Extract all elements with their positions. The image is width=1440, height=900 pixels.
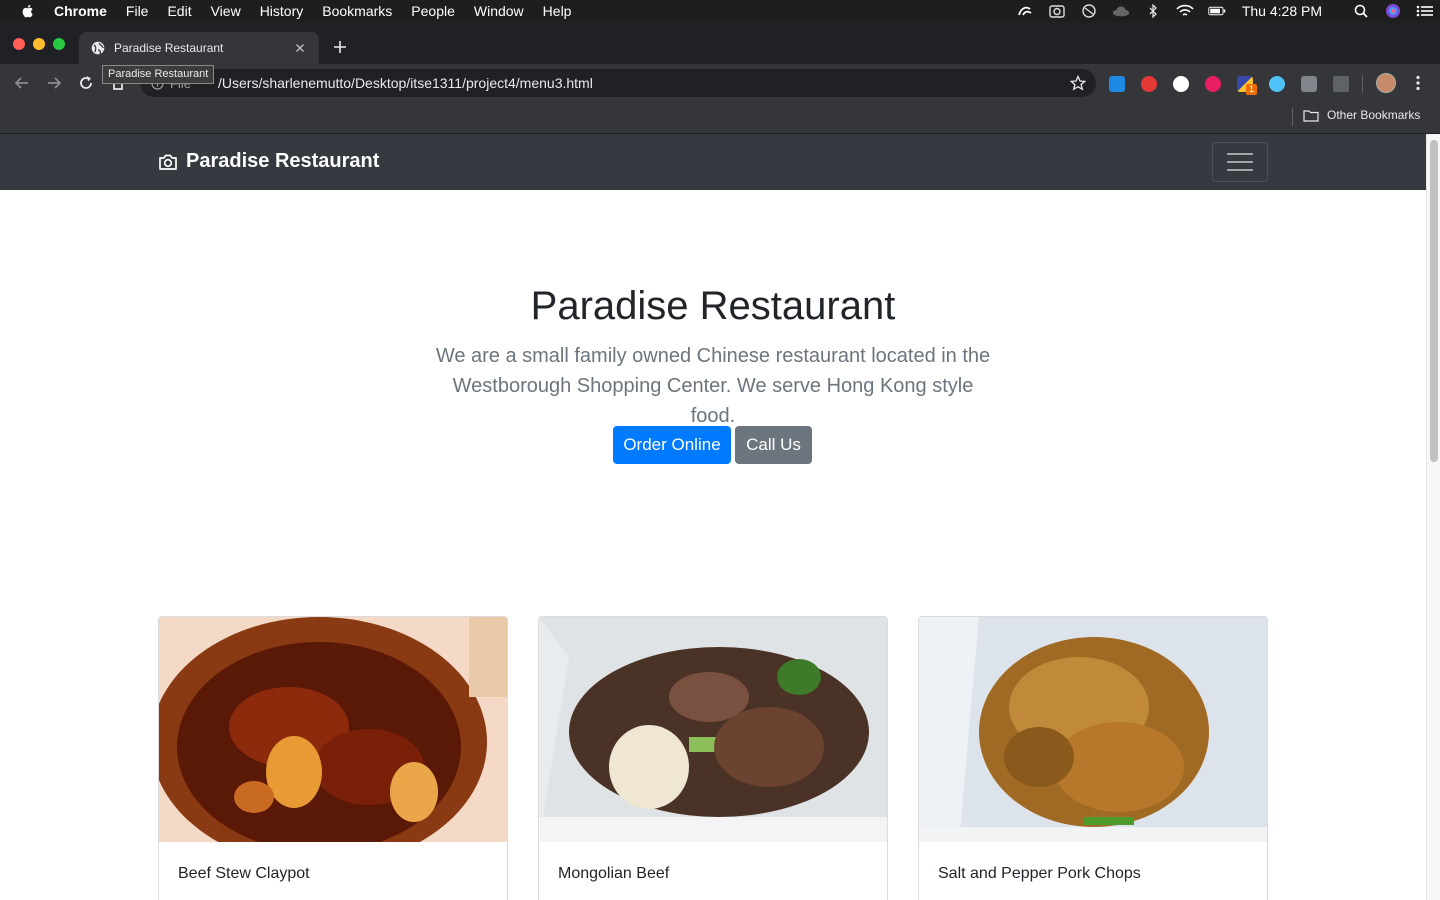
extension-chat-icon[interactable] <box>1173 76 1189 92</box>
macos-menu-bar: Chrome File Edit View History Bookmarks … <box>0 0 1440 22</box>
new-tab-plus-icon[interactable] <box>332 39 348 55</box>
extension-arrow-icon[interactable] <box>1333 76 1349 92</box>
cloud-icon[interactable] <box>1112 4 1130 18</box>
menu-people[interactable]: People <box>411 3 455 19</box>
hamburger-menu-icon <box>1227 153 1253 171</box>
hero-lead-text: We are a small family owned Chinese rest… <box>435 345 991 427</box>
menu-edit[interactable]: Edit <box>167 3 191 19</box>
forward-arrow-icon[interactable] <box>45 74 63 92</box>
hero-title: Paradise Restaurant <box>530 284 896 328</box>
menu-window[interactable]: Window <box>474 3 524 19</box>
menu-file[interactable]: File <box>126 3 149 19</box>
site-brand-name: Paradise Restaurant <box>186 150 380 172</box>
extension-flag-icon[interactable]: 1 <box>1237 76 1257 95</box>
bluetooth-icon[interactable] <box>1144 4 1162 18</box>
bookmark-star-icon[interactable] <box>1070 75 1086 91</box>
menu-history[interactable]: History <box>260 3 304 19</box>
tab-title: Paradise Restaurant <box>114 41 224 55</box>
do-not-disturb-icon[interactable] <box>1080 4 1098 18</box>
site-brand-link[interactable]: Paradise Restaurant <box>158 150 379 173</box>
salt-and-pepper-pork-chops-photo <box>919 617 1267 842</box>
extension-t-icon[interactable] <box>1205 76 1221 92</box>
extension-badge: 1 <box>1246 84 1257 95</box>
address-bar[interactable]: File /Users/sharlenemutto/Desktop/itse13… <box>140 69 1096 97</box>
browser-tab-active[interactable]: Paradise Restaurant <box>79 32 319 64</box>
card-title: Beef Stew Claypot <box>178 865 310 882</box>
beef-stew-claypot-photo <box>159 617 507 842</box>
apple-icon[interactable] <box>20 3 36 19</box>
menu-chrome[interactable]: Chrome <box>54 3 107 19</box>
folder-icon <box>1303 109 1319 122</box>
other-bookmarks-label: Other Bookmarks <box>1327 108 1421 122</box>
url-text[interactable]: /Users/sharlenemutto/Desktop/itse1311/pr… <box>218 75 593 91</box>
web-page: Paradise Restaurant Paradise Restaurant … <box>0 134 1426 900</box>
siri-icon[interactable] <box>1384 4 1402 18</box>
back-arrow-icon[interactable] <box>13 74 31 92</box>
battery-icon[interactable] <box>1208 4 1226 18</box>
extension-chart-icon[interactable] <box>1301 76 1317 92</box>
menu-view[interactable]: View <box>211 3 241 19</box>
creative-cloud-icon[interactable] <box>1016 4 1034 18</box>
page-scrollbar[interactable] <box>1426 134 1440 900</box>
profile-avatar[interactable] <box>1376 73 1396 93</box>
browser-toolbar: File /Users/sharlenemutto/Desktop/itse13… <box>0 64 1440 102</box>
menu-card: Beef Stew Claypot <box>158 616 508 900</box>
scrollbar-thumb[interactable] <box>1430 140 1438 462</box>
menu-bookmarks[interactable]: Bookmarks <box>322 3 392 19</box>
reload-icon[interactable] <box>77 74 95 92</box>
menu-card: Mongolian Beef <box>538 616 888 900</box>
globe-favicon-icon <box>91 41 105 55</box>
extension-password-icon[interactable] <box>1269 76 1285 92</box>
tab-tooltip: Paradise Restaurant <box>102 65 215 84</box>
card-title: Mongolian Beef <box>558 865 670 882</box>
card-title: Salt and Pepper Pork Chops <box>938 865 1141 882</box>
notification-center-icon[interactable] <box>1416 4 1434 18</box>
tab-close-icon[interactable] <box>293 41 307 55</box>
toolbar-separator <box>1362 75 1363 93</box>
browser-tab-strip: Paradise Restaurant <box>0 22 1440 64</box>
mongolian-beef-photo <box>539 617 887 842</box>
wifi-icon[interactable] <box>1176 4 1194 18</box>
window-zoom-button[interactable] <box>53 38 65 50</box>
navbar-toggler-button[interactable] <box>1212 142 1268 182</box>
bookmarks-separator <box>1292 108 1293 126</box>
camera-icon <box>159 154 177 170</box>
window-minimize-button[interactable] <box>33 38 45 50</box>
other-bookmarks-folder[interactable]: Other Bookmarks <box>1303 108 1420 122</box>
menu-help[interactable]: Help <box>543 3 572 19</box>
menu-card: Salt and Pepper Pork Chops <box>918 616 1268 900</box>
spotlight-search-icon[interactable] <box>1352 4 1370 18</box>
extension-translate-icon[interactable] <box>1109 76 1125 92</box>
menubar-clock[interactable]: Thu 4:28 PM <box>1242 3 1322 19</box>
bookmarks-bar: Other Bookmarks <box>0 102 1440 134</box>
site-navbar: Paradise Restaurant <box>0 134 1426 190</box>
chrome-menu-icon[interactable] <box>1414 75 1422 91</box>
call-us-button[interactable]: Call Us <box>735 426 812 464</box>
extension-block-icon[interactable] <box>1141 76 1157 92</box>
order-online-button[interactable]: Order Online <box>613 426 731 464</box>
screenshot-icon[interactable] <box>1048 4 1066 18</box>
window-close-button[interactable] <box>13 38 25 50</box>
